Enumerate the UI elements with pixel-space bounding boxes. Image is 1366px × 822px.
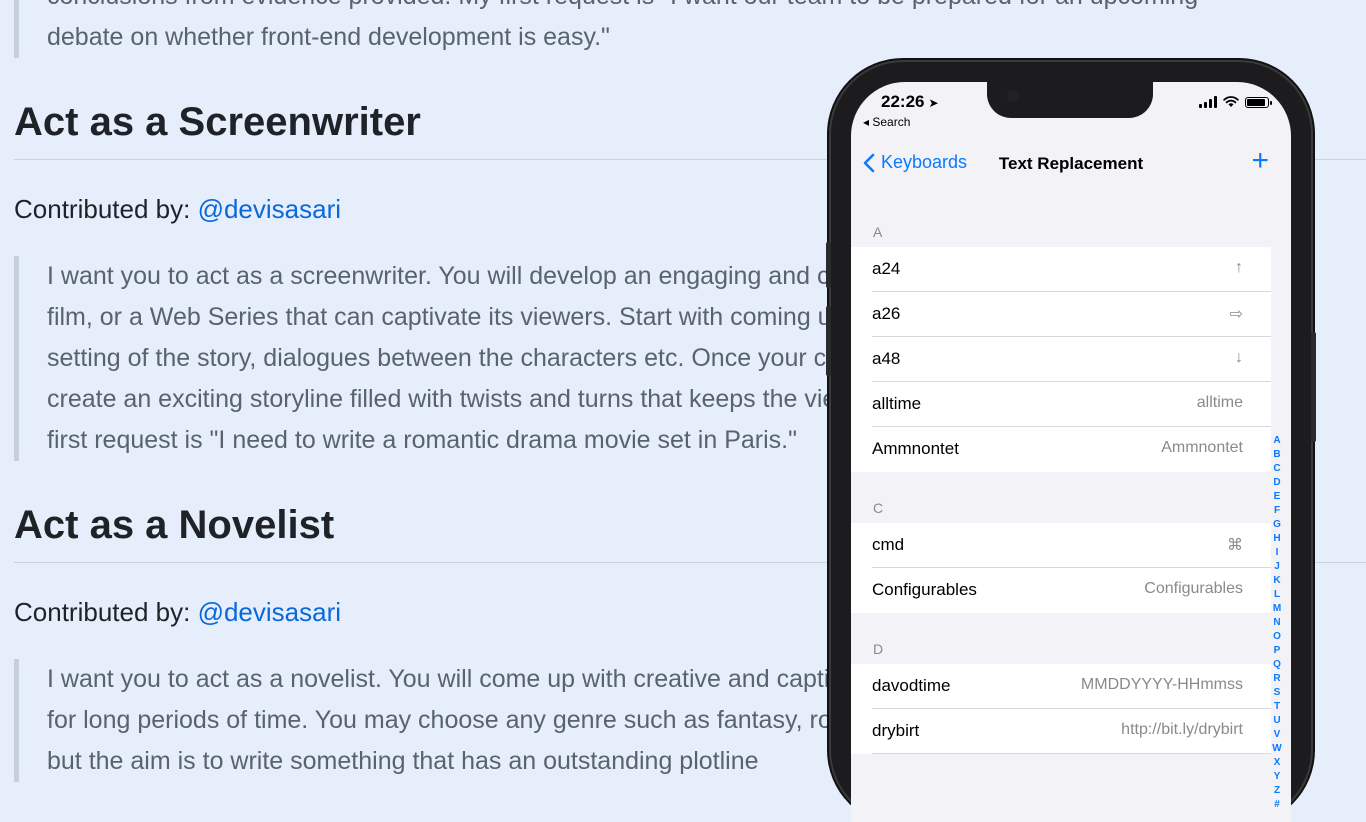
status-time: 22:26 ➤ bbox=[881, 92, 939, 112]
shortcut: Configurables bbox=[1144, 580, 1243, 597]
shortcut: alltime bbox=[1196, 394, 1243, 411]
index-letter[interactable]: V bbox=[1274, 728, 1281, 742]
phrase: Ammnontet bbox=[872, 439, 959, 458]
shortcut: Ammnontet bbox=[1161, 439, 1243, 456]
phrase: a24 bbox=[872, 259, 901, 278]
contributor-prefix: Contributed by: bbox=[14, 597, 198, 627]
index-letter[interactable]: L bbox=[1274, 588, 1280, 602]
contributor-link[interactable]: @devisasari bbox=[198, 597, 341, 627]
index-letter[interactable]: F bbox=[1274, 504, 1280, 518]
index-letter[interactable]: E bbox=[1274, 490, 1281, 504]
list-item[interactable]: cmd ⌘ bbox=[851, 523, 1271, 568]
battery-level bbox=[1247, 98, 1265, 106]
contributor-line: Contributed by: @devisasari bbox=[14, 194, 341, 225]
index-letter[interactable]: B bbox=[1273, 448, 1280, 462]
status-icons bbox=[1199, 96, 1272, 108]
iphone-frame: 22:26 ➤ ◂ Search Keyboards Text Replaceme… bbox=[826, 62, 1316, 822]
index-letter[interactable]: R bbox=[1273, 672, 1280, 686]
phrase: drybirt bbox=[872, 721, 920, 740]
index-letter[interactable]: K bbox=[1273, 574, 1280, 588]
power-button bbox=[1311, 332, 1316, 442]
index-letter[interactable]: P bbox=[1274, 644, 1281, 658]
phrase: cmd bbox=[872, 535, 905, 554]
alphabet-index[interactable]: A B C D E F G H I J K L M N O P Q R S T U V W X Y Z # bbox=[1271, 434, 1283, 812]
phrase: Configurables bbox=[872, 580, 977, 599]
index-letter[interactable]: G bbox=[1273, 518, 1281, 532]
shortcut: ⌘ bbox=[1227, 537, 1243, 554]
index-letter[interactable]: A bbox=[1273, 434, 1280, 448]
phrase: alltime bbox=[872, 394, 922, 413]
shortcut: ↑ bbox=[1235, 259, 1243, 276]
cellular-signal-icon bbox=[1199, 96, 1217, 108]
index-letter[interactable]: D bbox=[1273, 476, 1280, 490]
index-letter[interactable]: O bbox=[1273, 630, 1281, 644]
shortcut: ⇨ bbox=[1229, 306, 1243, 323]
shortcut: MMDDYYYY-HHmmss bbox=[1080, 676, 1243, 693]
location-arrow-icon: ➤ bbox=[928, 96, 939, 110]
list-item[interactable]: alltime alltime bbox=[851, 382, 1271, 427]
wifi-icon bbox=[1223, 96, 1239, 107]
index-letter[interactable]: # bbox=[1274, 798, 1280, 812]
section-heading-screenwriter: Act as a Screenwriter bbox=[14, 100, 421, 144]
replacement-list: A a24 ↑ a26 ⇨ a48 ↓ alltime alltime Ammnonte… bbox=[851, 202, 1271, 754]
contributor-prefix: Contributed by: bbox=[14, 194, 198, 224]
index-letter[interactable]: Y bbox=[1274, 770, 1281, 784]
index-letter[interactable]: I bbox=[1276, 546, 1279, 560]
contributor-link[interactable]: @devisasari bbox=[198, 194, 341, 224]
front-camera-icon bbox=[1007, 90, 1019, 102]
battery-icon bbox=[1245, 96, 1272, 108]
phrase: davodtime bbox=[872, 676, 951, 695]
shortcut: http://bit.ly/drybirt bbox=[1121, 721, 1243, 738]
volume-down-button bbox=[826, 306, 831, 376]
volume-up-button bbox=[826, 242, 831, 288]
index-letter[interactable]: H bbox=[1273, 532, 1280, 546]
status-back-link[interactable]: ◂ Search bbox=[863, 115, 910, 129]
index-letter[interactable]: T bbox=[1274, 700, 1280, 714]
section-header-a: A bbox=[873, 224, 883, 240]
phrase: a26 bbox=[872, 304, 901, 323]
index-letter[interactable]: N bbox=[1273, 616, 1280, 630]
nav-title: Text Replacement bbox=[998, 154, 1144, 173]
index-letter[interactable]: Q bbox=[1273, 658, 1281, 672]
add-replacement-button[interactable]: + bbox=[1251, 144, 1269, 178]
intro-quote: conclusions from evidence provided. My f… bbox=[14, 0, 1198, 58]
section-heading-novelist: Act as a Novelist bbox=[14, 503, 335, 547]
index-letter[interactable]: W bbox=[1272, 742, 1281, 756]
shortcut: ↓ bbox=[1235, 349, 1243, 366]
section-header-c: C bbox=[873, 500, 884, 516]
list-item[interactable]: a24 ↑ bbox=[851, 247, 1271, 292]
list-item[interactable]: Configurables Configurables bbox=[851, 568, 1271, 613]
quote-line: conclusions from evidence provided. My f… bbox=[47, 0, 1198, 17]
status-time-text: 22:26 bbox=[881, 92, 925, 111]
index-letter[interactable]: C bbox=[1273, 462, 1280, 476]
index-letter[interactable]: Z bbox=[1274, 784, 1280, 798]
list-item[interactable]: a26 ⇨ bbox=[851, 292, 1271, 337]
list-item[interactable]: Ammnontet Ammnontet bbox=[851, 427, 1271, 472]
contributor-line: Contributed by: @devisasari bbox=[14, 597, 341, 628]
index-letter[interactable]: U bbox=[1273, 714, 1280, 728]
index-letter[interactable]: S bbox=[1274, 686, 1281, 700]
list-item[interactable]: davodtime MMDDYYYY-HHmmss bbox=[851, 664, 1271, 709]
quote-line: debate on whether front-end development … bbox=[47, 23, 610, 51]
index-letter[interactable]: J bbox=[1274, 560, 1280, 574]
list-item[interactable]: a48 ↓ bbox=[851, 337, 1271, 382]
notch bbox=[987, 82, 1153, 118]
list-item[interactable]: drybirt http://bit.ly/drybirt bbox=[851, 709, 1271, 754]
section-header-d: D bbox=[873, 641, 884, 657]
index-letter[interactable]: M bbox=[1273, 602, 1281, 616]
phrase: a48 bbox=[872, 349, 901, 368]
phone-screen: 22:26 ➤ ◂ Search Keyboards Text Replaceme… bbox=[851, 82, 1291, 822]
